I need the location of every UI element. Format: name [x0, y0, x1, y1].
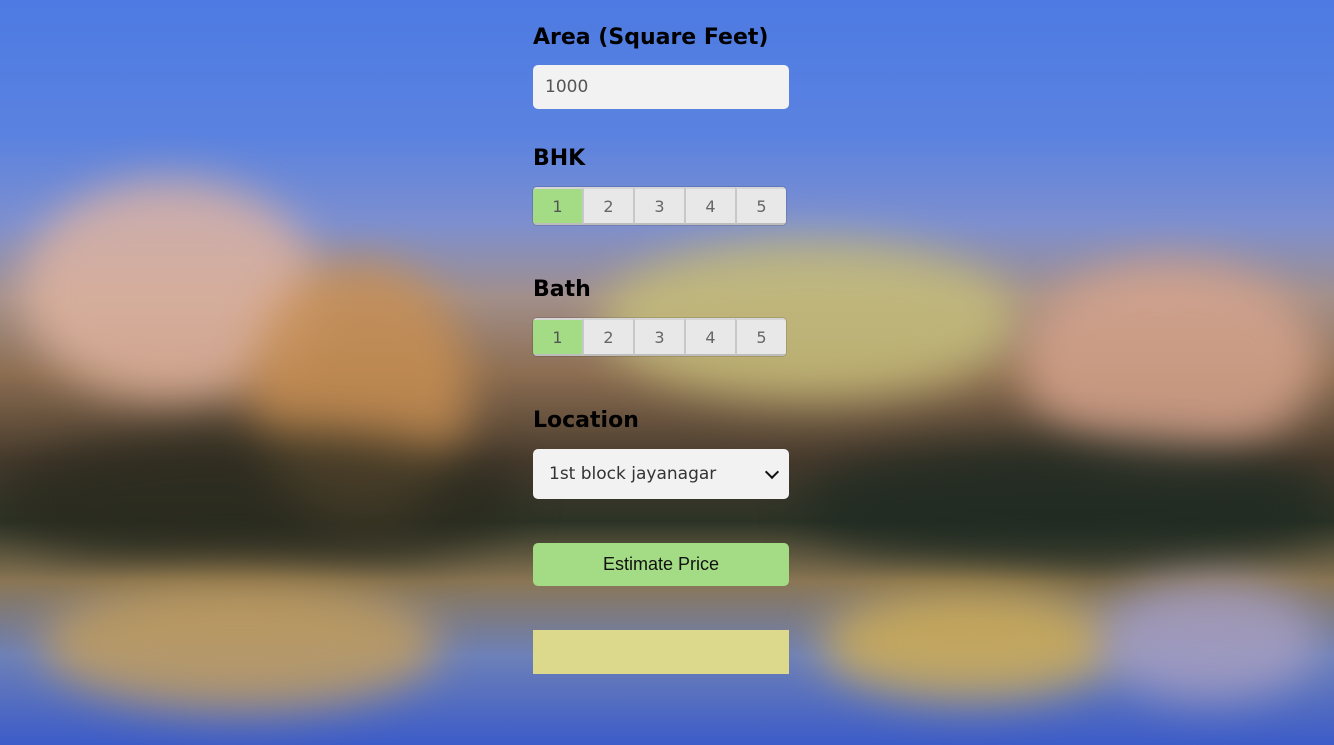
bhk-option-5[interactable]: 5: [735, 187, 786, 225]
location-selected-value: 1st block jayanagar: [549, 464, 717, 484]
bhk-label: BHK: [533, 146, 586, 171]
location-label: Location: [533, 408, 639, 433]
bath-option-1[interactable]: 1: [533, 318, 582, 356]
bath-option-4[interactable]: 4: [684, 318, 735, 356]
area-label: Area (Square Feet): [533, 25, 769, 50]
bhk-option-2[interactable]: 2: [582, 187, 633, 225]
chevron-down-icon: [764, 464, 780, 479]
location-dropdown[interactable]: 1st block jayanagar: [533, 449, 789, 499]
bhk-selector: 1 2 3 4 5: [533, 187, 786, 225]
bhk-option-3[interactable]: 3: [633, 187, 684, 225]
area-input[interactable]: [533, 65, 789, 109]
bath-option-3[interactable]: 3: [633, 318, 684, 356]
bath-option-2[interactable]: 2: [582, 318, 633, 356]
bath-selector: 1 2 3 4 5: [533, 318, 786, 356]
bath-label: Bath: [533, 277, 591, 302]
estimated-price-result: [533, 630, 789, 674]
bhk-option-1[interactable]: 1: [533, 187, 582, 225]
bhk-option-4[interactable]: 4: [684, 187, 735, 225]
bath-option-5[interactable]: 5: [735, 318, 786, 356]
estimate-price-button[interactable]: Estimate Price: [533, 543, 789, 586]
